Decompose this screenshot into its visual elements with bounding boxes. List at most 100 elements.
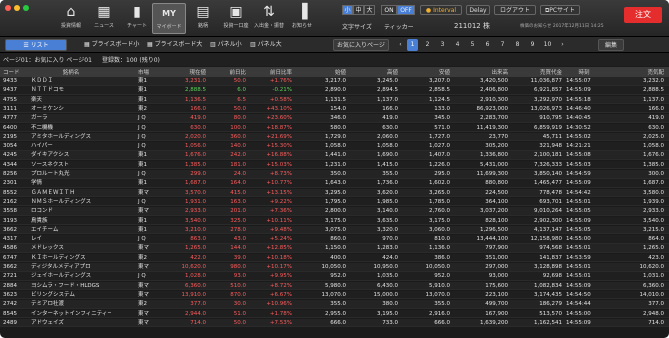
page-button-7[interactable]: 7 xyxy=(497,39,508,51)
panel-small-button[interactable]: ▥ パネル小 xyxy=(210,39,242,51)
table-row[interactable]: 2195 アミタホールディングス J Q 2,020.0 360.0 +21.69% 1,7… xyxy=(0,132,669,142)
header-low[interactable]: 安値 xyxy=(400,68,450,76)
interval-toggle[interactable]: ● Interval xyxy=(420,5,462,15)
table-row[interactable]: 3558 ロコンド 東マ 2,933.0 201.0 +7.36% 2,800.0 3,140… xyxy=(0,207,669,216)
page-button-3[interactable]: 3 xyxy=(437,39,448,51)
table-row[interactable]: 3193 鳥貴族 東1 3,540.0 325.0 +10.11% 3,175.0 3,635… xyxy=(0,216,669,226)
cell-change: 100.0 xyxy=(230,124,246,131)
cell-change: 510.0 xyxy=(230,282,246,289)
panel-large-button[interactable]: ▥ パネル大 xyxy=(250,39,282,51)
page-button-1[interactable]: 1 xyxy=(407,39,418,51)
tool-screen[interactable]: ▣ 投資一口座 xyxy=(219,3,253,34)
header-ask[interactable]: 売気配 xyxy=(614,68,664,76)
page-button-8[interactable]: 8 xyxy=(512,39,523,51)
header-code[interactable]: コード xyxy=(3,68,29,76)
table-row[interactable]: 3662 エイチーム 東1 3,210.0 278.0 +9.48% 3,075.0 3,32… xyxy=(0,225,669,235)
cell-low: 13,070.0 xyxy=(425,291,451,298)
table-row[interactable]: 3111 オーミケンシ 東2 166.0 50.0 +43.10% 154.0 166.0 13… xyxy=(0,104,669,114)
tool-news[interactable]: ▦ ニュース xyxy=(87,3,121,34)
cell-high: 3,620.0 xyxy=(377,189,398,196)
logout-button[interactable]: ログアウト xyxy=(494,5,536,15)
cell-volume: 223,100 xyxy=(485,291,508,298)
header-volume[interactable]: 出来高 xyxy=(452,68,508,76)
cell-pct: +10.77% xyxy=(266,180,292,187)
tool-home[interactable]: ⌂ 投資情報 xyxy=(54,3,88,34)
close-window-button[interactable] xyxy=(5,5,11,11)
header-amount[interactable]: 売買代金 xyxy=(510,68,562,76)
page-button-10[interactable]: 10 xyxy=(542,39,553,51)
table-row[interactable]: 2884 ヨシムラ・フード・HLDGS 東マ 6,360.0 510.0 +8.72% 5,… xyxy=(0,281,669,291)
table-row[interactable]: 9437 ＮＴＴドコモ 東1 2,888.5 6.0 -0.21% 2,890.0 2,894… xyxy=(0,86,669,95)
tool-book[interactable]: ▤ 銘柄 xyxy=(186,3,220,34)
size-small-button[interactable]: 小 xyxy=(342,5,353,15)
table-row[interactable]: 8552 ＧＡＭＥＷＩＴＨ 東マ 3,570.0 415.0 +13.15% 3,295.0… xyxy=(0,188,669,198)
cell-amount: 45,711 xyxy=(542,133,562,140)
cell-pct: +5.24% xyxy=(269,236,292,243)
cell-high: 3,140.0 xyxy=(377,208,398,215)
table-row[interactable]: 3054 ハイパー J Q 1,056.0 140.0 +15.30% 1,058.0 1,0… xyxy=(0,142,669,151)
header-name[interactable]: 銘柄名 xyxy=(31,68,111,76)
page-button-6[interactable]: 6 xyxy=(482,39,493,51)
page-button-9[interactable]: 9 xyxy=(527,39,538,51)
header-pct[interactable]: 前日比率 xyxy=(248,68,292,76)
favorite-page-dropdown[interactable]: お気に入りページ xyxy=(333,39,389,51)
tool-myboard[interactable]: MY マイボード xyxy=(152,3,186,34)
header-change[interactable]: 前日比 xyxy=(208,68,246,76)
size-large-button[interactable]: 大 xyxy=(364,5,375,15)
table-row[interactable]: 8545 インターネットインフィニティー 東マ 2,944.0 51.0 +1.78% 2,… xyxy=(0,309,669,319)
edit-button[interactable]: 編集 xyxy=(598,39,624,51)
cell-volume: 364,100 xyxy=(485,198,508,205)
price-board-small-button[interactable]: ▦ ブライスボード小 xyxy=(84,39,139,51)
tool-transfer[interactable]: ⇅ 入出金・振替 xyxy=(252,3,286,34)
cell-price: 422.0 xyxy=(190,254,206,261)
cell-volume: 1,336,800 xyxy=(480,152,508,159)
table-row[interactable]: 4245 ダイキアクシス 東1 1,676.0 242.0 +16.88% 1,441.0 1… xyxy=(0,151,669,160)
table-row[interactable]: 4586 メドレックス 東マ 1,265.0 144.0 +12.85% 1,150.0 1,… xyxy=(0,244,669,253)
cell-volume: 3,420,500 xyxy=(480,78,508,84)
table-row[interactable]: 2742 テミアロ社渡 東2 377.0 30.0 +10.96% 355.0 380.0 35… xyxy=(0,300,669,309)
table-row[interactable]: 4317 レイ J Q 863.0 43.0 +5.24% 860.0 970.0 810.0 1… xyxy=(0,235,669,244)
page-button-5[interactable]: 5 xyxy=(467,39,478,51)
table-row[interactable]: 3623 ビリングシステム 東マ 13,910.0 870.0 +6.67% 13,070.… xyxy=(0,290,669,300)
header-market[interactable]: 市場 xyxy=(138,68,160,76)
order-button[interactable]: 注文 xyxy=(624,7,662,23)
table-row[interactable]: 4777 ガーラ J Q 419.0 80.0 +23.60% 346.0 419.0 345.… xyxy=(0,114,669,123)
list-view-button[interactable]: ☰ リスト xyxy=(5,39,67,51)
cell-pct: +9.22% xyxy=(269,198,292,205)
header-high[interactable]: 高値 xyxy=(348,68,398,76)
ticker-on-button[interactable]: ON xyxy=(381,5,397,15)
header-open[interactable]: 始値 xyxy=(294,68,346,76)
table-row[interactable]: 8256 プロルート丸光 J Q 299.0 24.0 +8.73% 350.0 355.0 2… xyxy=(0,170,669,179)
header-time[interactable]: 時刻 xyxy=(566,68,602,76)
cell-volume: 305,200 xyxy=(485,143,508,150)
tool-notice[interactable]: ▐ お知らせ xyxy=(285,3,319,34)
table-row[interactable]: 9433 ＫＤＤＩ 東1 3,231.0 50.0 +1.76% 3,217.0 3,245.… xyxy=(0,77,669,86)
table-row[interactable]: 2301 学情 東1 1,687.0 164.0 +10.77% 1,643.0 1,736.… xyxy=(0,179,669,188)
cell-amount: 11,036,877 xyxy=(530,78,563,84)
table-row[interactable]: 4344 ソースネクスト 東1 1,385.0 181.0 +15.03% 1,231.0 1… xyxy=(0,160,669,170)
cell-low: 1,727.0 xyxy=(429,133,450,140)
cell-price: 166.0 xyxy=(190,105,206,112)
page-button-4[interactable]: 4 xyxy=(452,39,463,51)
table-row[interactable]: 2489 アドウェイズ 東マ 714.0 50.0 +7.53% 666.0 733.0 666… xyxy=(0,318,669,328)
size-mid-button[interactable]: 中 xyxy=(353,5,364,15)
ticker-off-button[interactable]: OFF xyxy=(397,5,415,15)
table-row[interactable]: 3662 ディジタルメディアプロ 東マ 10,620.0 980.0 +10.17% 10,… xyxy=(0,263,669,272)
minimize-window-button[interactable] xyxy=(14,5,20,11)
tool-chart[interactable]: ▮ チャート xyxy=(120,3,154,34)
table-row[interactable]: 2162 ＮＭＳホールディングス J Q 1,931.0 163.0 +9.22% 1,79… xyxy=(0,197,669,207)
cell-change: 325.0 xyxy=(230,217,246,224)
next-page-icon[interactable]: › xyxy=(557,39,568,51)
delay-toggle[interactable]: Delay xyxy=(466,5,490,15)
zoom-window-button[interactable] xyxy=(23,5,29,11)
table-row[interactable]: 6400 不二機機 J Q 630.0 100.0 +18.87% 580.0 630.0 57… xyxy=(0,123,669,133)
header-price[interactable]: 現在値 xyxy=(162,68,206,76)
prev-page-icon[interactable]: ‹ xyxy=(395,39,406,51)
price-board-large-button[interactable]: ▦ ブライスボード大 xyxy=(147,39,202,51)
table-row[interactable]: 4755 楽天 東1 1,136.5 6.5 +0.58% 1,131.5 1,137.0 1,… xyxy=(0,95,669,105)
table-row[interactable]: 6747 ＫＩホールディングス 東2 422.0 39.0 +10.18% 400.0 424… xyxy=(0,253,669,263)
table-row[interactable]: 2721 ジェイホールディングス J Q 1,028.0 93.0 +9.95% 952.0… xyxy=(0,272,669,281)
page-button-2[interactable]: 2 xyxy=(422,39,433,51)
cell-market: 東2 xyxy=(138,301,147,308)
pc-site-button[interactable]: ⧉PCサイト xyxy=(540,5,580,15)
